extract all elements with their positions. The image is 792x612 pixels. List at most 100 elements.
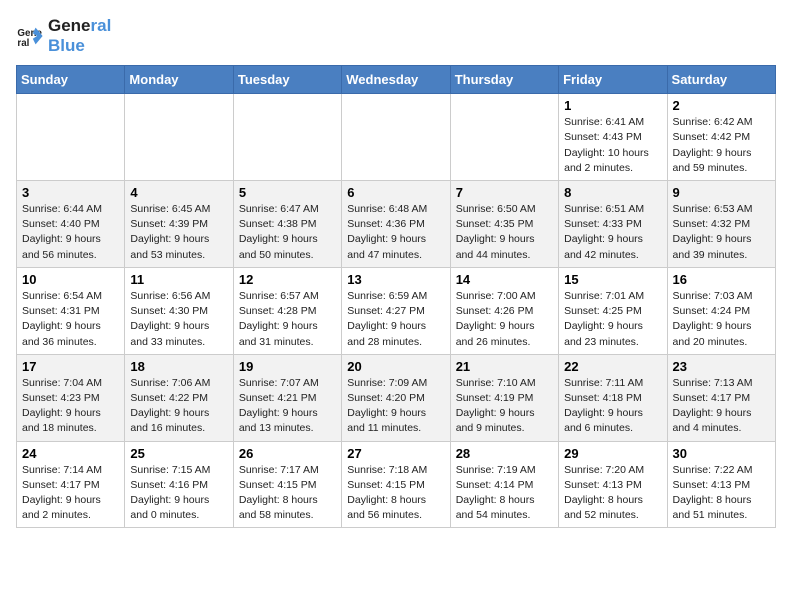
day-number: 13 [347,272,444,287]
day-info: Sunrise: 6:51 AM Sunset: 4:33 PM Dayligh… [564,202,661,263]
day-info: Sunrise: 7:10 AM Sunset: 4:19 PM Dayligh… [456,376,553,437]
week-row-1: 1 Sunrise: 6:41 AM Sunset: 4:43 PM Daylig… [17,94,776,181]
day-cell: 29 Sunrise: 7:20 AM Sunset: 4:13 PM Dayli… [559,441,667,528]
calendar: SundayMondayTuesdayWednesdayThursdayFrid… [16,65,776,528]
day-cell: 25Sunrise: 7:15 AM Sunset: 4:16 PM Dayli… [125,441,233,528]
day-info: Sunrise: 7:13 AM Sunset: 4:17 PM Dayligh… [673,376,770,437]
week-row-3: 10 Sunrise: 6:54 AM Sunset: 4:31 PM Dayli… [17,267,776,354]
day-number: 12 [239,272,336,287]
logo-text-blue: Blue [48,36,111,56]
day-cell: 27Sunrise: 7:18 AM Sunset: 4:15 PM Dayli… [342,441,450,528]
day-info: Sunrise: 6:57 AM Sunset: 4:28 PM Dayligh… [239,289,336,350]
day-cell: 18 Sunrise: 7:06 AM Sunset: 4:22 PM Dayli… [125,354,233,441]
day-info: Sunrise: 7:17 AM Sunset: 4:15 PM Dayligh… [239,463,336,524]
day-info: Sunrise: 7:00 AM Sunset: 4:26 PM Dayligh… [456,289,553,350]
day-cell: 16 Sunrise: 7:03 AM Sunset: 4:24 PM Dayli… [667,267,775,354]
day-number: 21 [456,359,553,374]
day-cell: 21 Sunrise: 7:10 AM Sunset: 4:19 PM Dayli… [450,354,558,441]
day-number: 23 [673,359,770,374]
day-info: Sunrise: 7:22 AM Sunset: 4:13 PM Dayligh… [673,463,770,524]
day-number: 2 [673,98,770,113]
day-number: 22 [564,359,661,374]
day-cell: 26 Sunrise: 7:17 AM Sunset: 4:15 PM Dayli… [233,441,341,528]
day-info: Sunrise: 7:15 AM Sunset: 4:16 PM Dayligh… [130,463,227,524]
day-header-monday: Monday [125,66,233,94]
day-info: Sunrise: 7:01 AM Sunset: 4:25 PM Dayligh… [564,289,661,350]
day-cell: 11 Sunrise: 6:56 AM Sunset: 4:30 PM Dayli… [125,267,233,354]
day-info: Sunrise: 7:03 AM Sunset: 4:24 PM Dayligh… [673,289,770,350]
day-number: 26 [239,446,336,461]
day-info: Sunrise: 6:54 AM Sunset: 4:31 PM Dayligh… [22,289,119,350]
day-info: Sunrise: 6:56 AM Sunset: 4:30 PM Dayligh… [130,289,227,350]
day-number: 18 [130,359,227,374]
day-cell: 5 Sunrise: 6:47 AM Sunset: 4:38 PM Daylig… [233,180,341,267]
day-number: 10 [22,272,119,287]
day-cell: 17 Sunrise: 7:04 AM Sunset: 4:23 PM Dayli… [17,354,125,441]
day-info: Sunrise: 7:04 AM Sunset: 4:23 PM Dayligh… [22,376,119,437]
day-number: 11 [130,272,227,287]
day-cell [233,94,341,181]
day-info: Sunrise: 6:42 AM Sunset: 4:42 PM Dayligh… [673,115,770,176]
day-cell: 13 Sunrise: 6:59 AM Sunset: 4:27 PM Dayli… [342,267,450,354]
day-info: Sunrise: 6:53 AM Sunset: 4:32 PM Dayligh… [673,202,770,263]
day-cell: 9 Sunrise: 6:53 AM Sunset: 4:32 PM Daylig… [667,180,775,267]
day-cell: 4Sunrise: 6:45 AM Sunset: 4:39 PM Daylig… [125,180,233,267]
week-row-4: 17 Sunrise: 7:04 AM Sunset: 4:23 PM Dayli… [17,354,776,441]
day-number: 9 [673,185,770,200]
day-number: 14 [456,272,553,287]
day-info: Sunrise: 6:44 AM Sunset: 4:40 PM Dayligh… [22,202,119,263]
day-cell: 23 Sunrise: 7:13 AM Sunset: 4:17 PM Dayli… [667,354,775,441]
day-number: 1 [564,98,661,113]
day-info: Sunrise: 7:07 AM Sunset: 4:21 PM Dayligh… [239,376,336,437]
day-number: 27 [347,446,444,461]
day-info: Sunrise: 6:47 AM Sunset: 4:38 PM Dayligh… [239,202,336,263]
day-cell: 10 Sunrise: 6:54 AM Sunset: 4:31 PM Dayli… [17,267,125,354]
day-cell: 6 Sunrise: 6:48 AM Sunset: 4:36 PM Daylig… [342,180,450,267]
day-header-tuesday: Tuesday [233,66,341,94]
day-number: 6 [347,185,444,200]
day-cell: 12 Sunrise: 6:57 AM Sunset: 4:28 PM Dayli… [233,267,341,354]
day-header-saturday: Saturday [667,66,775,94]
day-info: Sunrise: 7:20 AM Sunset: 4:13 PM Dayligh… [564,463,661,524]
day-info: Sunrise: 6:41 AM Sunset: 4:43 PM Dayligh… [564,115,661,176]
day-header-sunday: Sunday [17,66,125,94]
day-info: Sunrise: 6:50 AM Sunset: 4:35 PM Dayligh… [456,202,553,263]
day-cell: 1 Sunrise: 6:41 AM Sunset: 4:43 PM Daylig… [559,94,667,181]
day-cell: 2 Sunrise: 6:42 AM Sunset: 4:42 PM Daylig… [667,94,775,181]
day-cell: 30 Sunrise: 7:22 AM Sunset: 4:13 PM Dayli… [667,441,775,528]
day-info: Sunrise: 6:48 AM Sunset: 4:36 PM Dayligh… [347,202,444,263]
day-cell: 8Sunrise: 6:51 AM Sunset: 4:33 PM Daylig… [559,180,667,267]
day-cell: 19Sunrise: 7:07 AM Sunset: 4:21 PM Dayli… [233,354,341,441]
day-info: Sunrise: 7:11 AM Sunset: 4:18 PM Dayligh… [564,376,661,437]
day-number: 3 [22,185,119,200]
day-cell: 22 Sunrise: 7:11 AM Sunset: 4:18 PM Dayli… [559,354,667,441]
day-cell: 14 Sunrise: 7:00 AM Sunset: 4:26 PM Dayli… [450,267,558,354]
week-row-5: 24 Sunrise: 7:14 AM Sunset: 4:17 PM Dayli… [17,441,776,528]
day-cell: 20Sunrise: 7:09 AM Sunset: 4:20 PM Dayli… [342,354,450,441]
day-cell [17,94,125,181]
logo: Gene ral General Blue [16,16,111,55]
day-header-thursday: Thursday [450,66,558,94]
day-cell [450,94,558,181]
day-number: 5 [239,185,336,200]
day-info: Sunrise: 7:09 AM Sunset: 4:20 PM Dayligh… [347,376,444,437]
day-number: 16 [673,272,770,287]
day-cell [342,94,450,181]
day-number: 15 [564,272,661,287]
svg-text:ral: ral [17,37,29,48]
day-number: 28 [456,446,553,461]
week-row-2: 3 Sunrise: 6:44 AM Sunset: 4:40 PM Daylig… [17,180,776,267]
day-info: Sunrise: 7:19 AM Sunset: 4:14 PM Dayligh… [456,463,553,524]
day-info: Sunrise: 7:06 AM Sunset: 4:22 PM Dayligh… [130,376,227,437]
day-info: Sunrise: 7:14 AM Sunset: 4:17 PM Dayligh… [22,463,119,524]
day-number: 29 [564,446,661,461]
day-number: 17 [22,359,119,374]
day-number: 30 [673,446,770,461]
day-info: Sunrise: 6:59 AM Sunset: 4:27 PM Dayligh… [347,289,444,350]
day-info: Sunrise: 6:45 AM Sunset: 4:39 PM Dayligh… [130,202,227,263]
day-number: 7 [456,185,553,200]
day-cell: 15 Sunrise: 7:01 AM Sunset: 4:25 PM Dayli… [559,267,667,354]
day-cell: 3 Sunrise: 6:44 AM Sunset: 4:40 PM Daylig… [17,180,125,267]
day-cell: 28 Sunrise: 7:19 AM Sunset: 4:14 PM Dayli… [450,441,558,528]
day-number: 24 [22,446,119,461]
